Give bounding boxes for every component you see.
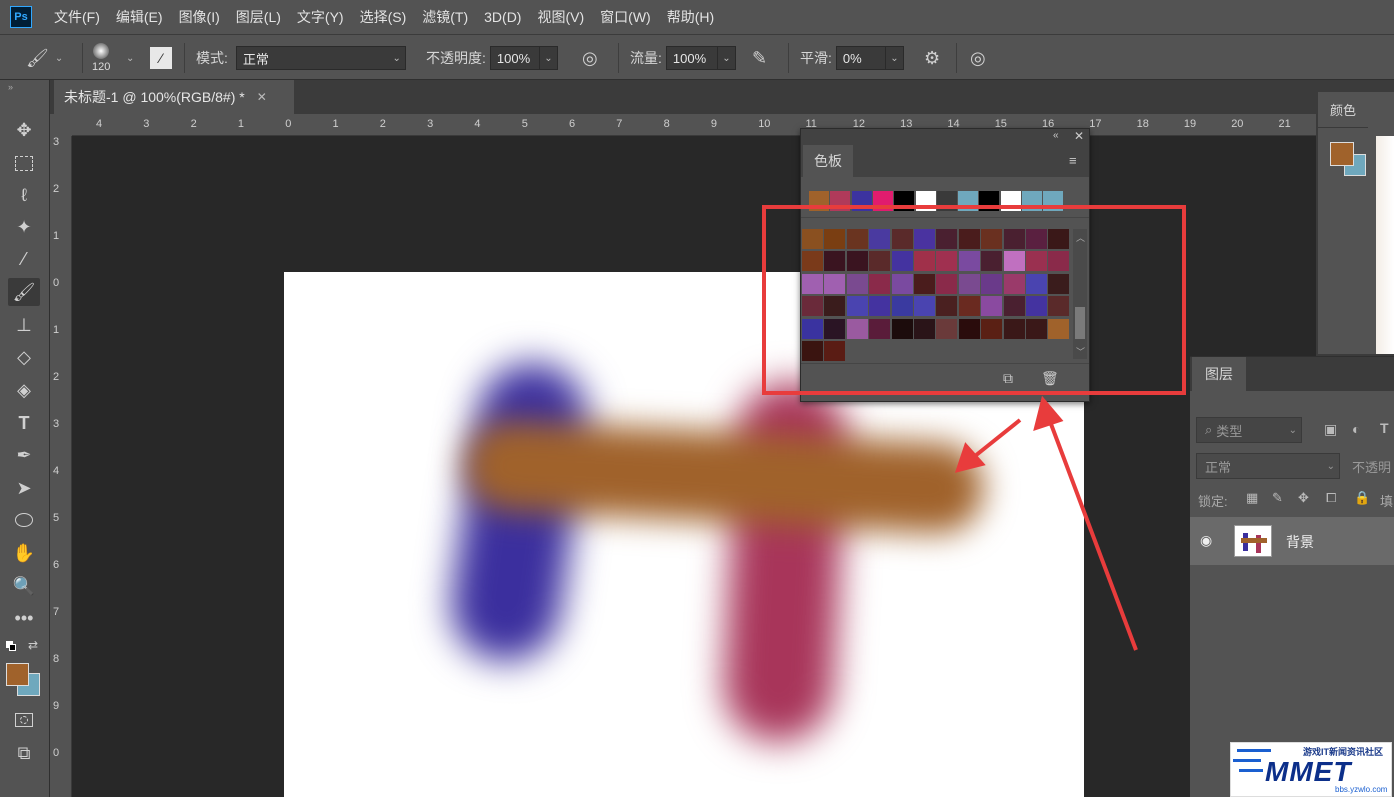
- watermark-brand: MMET: [1265, 756, 1352, 787]
- annotation-arrows: [954, 395, 1138, 651]
- watermark-url: bbs.yzwlo.com: [1335, 785, 1388, 794]
- watermark-logo: 游戏IT新闻资讯社区 MMET bbs.yzwlo.com: [1230, 742, 1392, 797]
- arrow-line-left: [968, 418, 1022, 462]
- arrow-line-up: [1046, 415, 1138, 651]
- arrow-head-up: [1033, 395, 1064, 432]
- arrow-head-left: [954, 442, 986, 473]
